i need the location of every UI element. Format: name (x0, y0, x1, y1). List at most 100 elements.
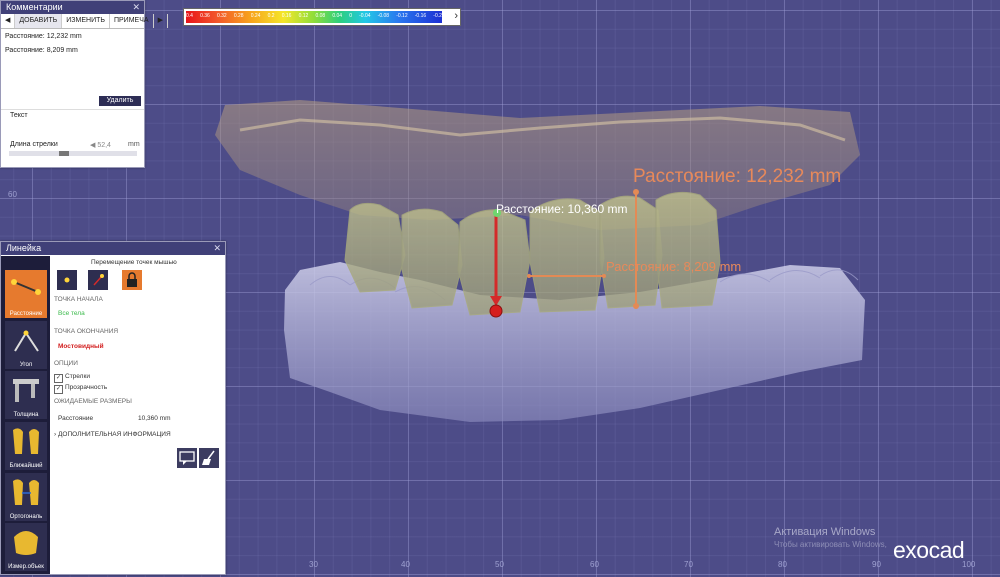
tab-scroll-left-icon[interactable]: ◀ (1, 14, 16, 28)
move-points-hint: Перемещение точек мышью (91, 259, 177, 266)
ruler-panel: Линейка ✕ Расстояние Угол Толщина Ближай… (0, 241, 226, 575)
transparency-label: Прозрачность (65, 384, 108, 391)
scale-tick-label: 0.12 (298, 13, 309, 19)
ruler-label: 60 (590, 560, 599, 569)
lock-icon (127, 272, 137, 287)
text-label: Текст (10, 112, 28, 119)
measurement-label-12232: Расстояние: 12,232 mm (633, 166, 842, 187)
scale-tick-label: 0.4 (186, 13, 193, 19)
distance-row-value: 10,360 mm (138, 415, 171, 422)
angle-tool-icon (14, 330, 39, 352)
comments-title-bar[interactable]: Комментарии ✕ (1, 1, 144, 14)
scale-tick-label: 0.16 (281, 13, 292, 19)
segment-icon (93, 274, 104, 286)
arrow-length-slider[interactable] (9, 151, 137, 156)
scale-tick-label: 0.32 (216, 13, 227, 19)
caliper-icon (13, 379, 39, 402)
tool-label: Ортогональ (9, 514, 43, 520)
ruler-label: 70 (684, 560, 693, 569)
chevron-right-icon[interactable]: › (454, 10, 458, 22)
more-info-expander[interactable]: › ДОПОЛНИТЕЛЬНАЯ ИНФОРМАЦИЯ (54, 431, 171, 438)
list-item[interactable]: Расстояние: 12,232 mm (5, 33, 140, 40)
tab-edit[interactable]: ИЗМЕНИТЬ (62, 14, 110, 28)
slider-handle[interactable] (59, 151, 69, 156)
scale-tick-label: 0.08 (315, 13, 326, 19)
list-item[interactable]: Расстояние: 8,209 mm (5, 47, 140, 54)
comments-panel: Комментарии ✕ ◀ ДОБАВИТЬ ИЗМЕНИТЬ ПРИМЕЧ… (0, 0, 168, 168)
ruler-label: 80 (778, 560, 787, 569)
close-icon[interactable]: ✕ (213, 242, 221, 255)
tool-angle[interactable]: Угол (5, 321, 47, 369)
arrows-label: Стрелки (65, 373, 90, 380)
ruler-title-bar[interactable]: Линейка ✕ (1, 242, 225, 255)
scale-tick-label: 0.04 (332, 13, 343, 19)
watermark-line1: Активация Windows (774, 526, 876, 538)
close-icon[interactable]: ✕ (132, 1, 140, 14)
transparency-checkbox[interactable]: ✓ Прозрачность (54, 384, 107, 394)
scale-tick-label: 0.24 (250, 13, 261, 19)
ruler-label: 40 (401, 560, 410, 569)
expected-sizes-label: ОЖИДАЕМЫЕ РАЗМЕРЫ (54, 398, 132, 405)
teeth-orthogonal-icon (13, 479, 39, 505)
scale-tick-label: 0 (349, 13, 352, 19)
scale-tick-label: 0.2 (267, 13, 275, 19)
scale-tick-label: -0.12 (396, 13, 408, 19)
lock-button[interactable] (122, 270, 142, 290)
tool-orthogonal[interactable]: Ортогональ (5, 473, 47, 521)
crown-icon (14, 531, 38, 555)
deviation-color-scale[interactable]: 0.4 0.36 0.32 0.28 0.24 0.2 0.16 0.12 0.08 0.04 0 -… (183, 8, 461, 26)
tool-label: Измер.объек (8, 564, 44, 570)
start-point-value[interactable]: Все тела (58, 310, 85, 317)
tab-notes[interactable]: ПРИМЕЧА (110, 14, 154, 28)
comment-icon (179, 451, 195, 465)
tool-nearest[interactable]: Ближайший (5, 422, 47, 470)
measurement-label-10360: Расстояние: 10,360 mm (496, 202, 628, 216)
ruler-label: 60 (8, 190, 17, 199)
scale-tick-label: -0.04 (359, 13, 371, 19)
tool-label: Ближайший (9, 463, 43, 469)
end-point-label: ТОЧКА ОКОНЧАНИЯ (54, 328, 119, 335)
ruler-label: 30 (309, 560, 318, 569)
exocad-logo: exocad (893, 537, 965, 563)
tool-label: Угол (19, 362, 33, 368)
clear-button[interactable] (199, 448, 219, 468)
delete-button[interactable]: Удалить (99, 96, 141, 106)
line-mode-button[interactable] (88, 270, 108, 290)
arrow-length-unit: mm (128, 141, 140, 148)
comments-title: Комментарии (6, 2, 63, 12)
scale-tick-label: -0.2 (433, 13, 442, 19)
tool-measure-object[interactable]: Измер.объек (5, 523, 47, 571)
tool-label: Толщина (13, 412, 39, 418)
checkbox-checked-icon: ✓ (54, 374, 63, 383)
arrows-checkbox[interactable]: ✓ Стрелки (54, 373, 90, 383)
comments-tabs: ◀ ДОБАВИТЬ ИЗМЕНИТЬ ПРИМЕЧА ▶ (1, 14, 168, 29)
arrow-length-row: Длина стрелки ◀ 52,4 mm (10, 141, 140, 149)
scale-tick-label: 0.36 (200, 13, 210, 19)
broom-icon (202, 450, 215, 465)
tool-distance[interactable]: Расстояние (5, 270, 47, 318)
tab-add[interactable]: ДОБАВИТЬ (15, 14, 63, 28)
options-label: ОПЦИИ (54, 360, 78, 367)
scale-tick-label: -0.08 (377, 13, 390, 19)
arrow-length-label: Длина стрелки (10, 141, 58, 148)
measurement-label-8209: Расстояние: 8,209 mm (606, 259, 742, 274)
scale-tick-label: 0.28 (233, 13, 244, 19)
teeth-nearest-icon (13, 428, 39, 454)
point-mode-button[interactable] (57, 270, 77, 290)
arrow-length-input[interactable]: ◀ 52,4 (90, 141, 111, 149)
tool-thickness[interactable]: Толщина (5, 371, 47, 419)
checkbox-checked-icon: ✓ (54, 385, 63, 394)
windows-activation-watermark: Активация Windows Чтобы активировать Win… (774, 526, 887, 549)
comment-button[interactable] (177, 448, 197, 468)
ruler-title: Линейка (6, 243, 42, 253)
watermark-line2: Чтобы активировать Windows, (774, 540, 887, 549)
arrow-length-value: 52,4 (97, 142, 111, 149)
distance-tool-icon (11, 279, 41, 295)
ruler-label: 90 (872, 560, 881, 569)
tab-scroll-right-icon[interactable]: ▶ (154, 14, 168, 28)
scale-ticks: 0.4 0.36 0.32 0.28 0.24 0.2 0.16 0.12 0.08 0.04 0 -… (186, 13, 442, 19)
tool-label: Расстояние (9, 311, 43, 317)
end-point-value[interactable]: Мостовидный (58, 343, 104, 350)
start-point-label: ТОЧКА НАЧАЛА (54, 296, 103, 303)
distance-row-label: Расстояние (58, 415, 94, 422)
